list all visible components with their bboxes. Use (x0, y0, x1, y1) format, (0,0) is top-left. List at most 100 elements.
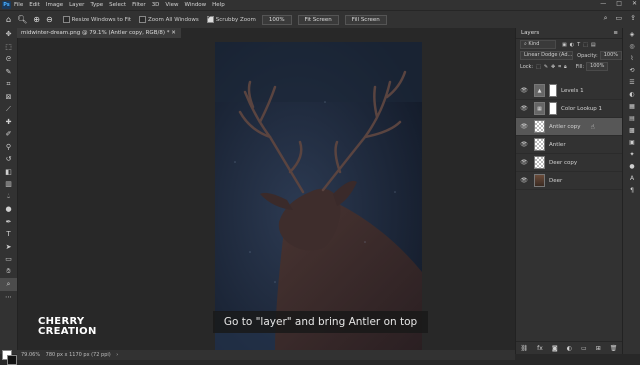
visibility-eye-icon[interactable]: 👁︎ (519, 141, 529, 148)
layer-mask-thumb[interactable] (549, 84, 557, 97)
swatches-icon[interactable]: ▦ (623, 100, 640, 112)
crop-tool-icon[interactable]: ⌗ (0, 78, 17, 91)
character-icon[interactable]: A (623, 172, 640, 184)
layers-tab[interactable]: Layers (521, 30, 539, 36)
document-canvas-image[interactable] (215, 42, 422, 350)
dodge-tool-icon[interactable]: ● (0, 203, 17, 216)
delete-layer-icon[interactable]: 🗑︎ (610, 345, 618, 352)
menu-image[interactable]: Image (46, 2, 63, 8)
fit-screen-button[interactable]: Fit Screen (297, 14, 339, 25)
more-tools-icon[interactable]: ⋯ (0, 291, 17, 304)
blend-mode-select[interactable]: Linear Dodge (Ad... (520, 51, 574, 60)
layer-row-antler[interactable]: 👁︎ Antler (516, 136, 622, 154)
zoom-level[interactable]: 79.06% (21, 352, 40, 358)
document-tab[interactable]: midwinter-dream.png @ 79.1% (Antler copy… (17, 28, 181, 38)
status-arrow-icon[interactable]: › (116, 352, 118, 358)
adjustments-icon[interactable]: ◐ (623, 88, 640, 100)
close-tab-icon[interactable]: ✕ (171, 30, 176, 36)
fx-icon[interactable]: fx (537, 345, 543, 352)
search-icon[interactable]: ⌕ (604, 14, 608, 23)
styles-icon[interactable]: ✦ (623, 148, 640, 160)
pen-tool-icon[interactable]: ✒ (0, 216, 17, 229)
photoshop-logo[interactable]: Ps (2, 1, 11, 9)
layers-panel-icon[interactable]: ◈ (623, 28, 640, 40)
type-tool-icon[interactable]: T (0, 228, 17, 241)
history-icon[interactable]: ⟲ (623, 64, 640, 76)
eraser-tool-icon[interactable]: ◧ (0, 166, 17, 179)
link-layers-icon[interactable]: ⛓︎ (521, 345, 529, 352)
move-tool-icon[interactable]: ✥ (0, 28, 17, 41)
patterns-icon[interactable]: ▩ (623, 124, 640, 136)
gradient-tool-icon[interactable]: ▥ (0, 178, 17, 191)
background-color-swatch[interactable] (7, 355, 17, 365)
menu-help[interactable]: Help (212, 2, 225, 8)
zoom-tool-icon[interactable]: 🔍︎ (17, 15, 27, 24)
workspace-icon[interactable]: ▭ (616, 14, 623, 23)
menu-type[interactable]: Type (90, 2, 103, 8)
new-layer-icon[interactable]: ⊞ (596, 345, 601, 352)
shape-tool-icon[interactable]: ▭ (0, 253, 17, 266)
share-icon[interactable]: ⇪ (630, 14, 636, 23)
resize-windows-option[interactable]: Resize Windows to Fit (62, 16, 131, 23)
menu-view[interactable]: View (165, 2, 178, 8)
brush-tool-icon[interactable]: ✐ (0, 128, 17, 141)
fill-screen-button[interactable]: Fill Screen (344, 14, 387, 25)
path-select-icon[interactable]: ➤ (0, 241, 17, 254)
maximize-icon[interactable]: □ (616, 0, 622, 7)
add-mask-icon[interactable]: ◙ (552, 345, 558, 352)
layer-row-antler-copy[interactable]: 👁︎ Antler copy ☝︎ (516, 118, 622, 136)
history-brush-icon[interactable]: ↺ (0, 153, 17, 166)
lock-icons[interactable]: ⬚✎✥⌗🔒︎ (536, 64, 570, 70)
clone-stamp-icon[interactable]: ⚲ (0, 141, 17, 154)
channels-icon[interactable]: ◎ (623, 40, 640, 52)
menu-file[interactable]: File (14, 2, 23, 8)
layer-row-deer-copy[interactable]: 👁︎ Deer copy (516, 154, 622, 172)
frame-tool-icon[interactable]: ⊠ (0, 91, 17, 104)
lasso-tool-icon[interactable]: ᘓ (0, 53, 17, 66)
canvas-workspace[interactable] (18, 38, 515, 350)
menu-layer[interactable]: Layer (69, 2, 84, 8)
new-group-icon[interactable]: ▭ (581, 345, 587, 352)
paragraph-icon[interactable]: ¶ (623, 184, 640, 196)
eyedropper-tool-icon[interactable]: ⟋ (0, 103, 17, 116)
layer-row-levels[interactable]: 👁︎ ▲ Levels 1 (516, 82, 622, 100)
filter-icons[interactable]: ▣◐T⬚▤ (562, 42, 599, 48)
blur-tool-icon[interactable]: 💧︎ (0, 191, 17, 204)
hand-tool-icon[interactable]: ✋︎ (0, 266, 17, 279)
menu-filter[interactable]: Filter (132, 2, 146, 8)
minimize-icon[interactable]: — (600, 0, 606, 7)
zoom-out-icon[interactable]: ⊖ (46, 15, 53, 24)
layer-mask-thumb[interactable] (549, 102, 557, 115)
libraries-icon[interactable]: ▣ (623, 136, 640, 148)
layer-row-color-lookup[interactable]: 👁︎ ▦ Color Lookup 1 (516, 100, 622, 118)
zoom-tool-active-icon[interactable]: ⌕ (0, 278, 17, 291)
opacity-input[interactable]: 100% (599, 51, 622, 60)
layer-row-deer[interactable]: 👁︎ Deer (516, 172, 622, 190)
visibility-eye-icon[interactable]: 👁︎ (519, 87, 529, 94)
color-icon[interactable]: ● (623, 160, 640, 172)
quick-select-tool-icon[interactable]: ✎ (0, 66, 17, 79)
menu-window[interactable]: Window (184, 2, 206, 8)
marquee-tool-icon[interactable]: ⬚ (0, 41, 17, 54)
scrubby-zoom-option[interactable]: Scrubby Zoom (206, 14, 256, 23)
gradients-icon[interactable]: ▤ (623, 112, 640, 124)
visibility-eye-icon[interactable]: 👁︎ (519, 159, 529, 166)
resize-windows-checkbox[interactable] (62, 16, 70, 23)
kind-filter-select[interactable]: ⌕ Kind (520, 40, 556, 49)
paths-icon[interactable]: ⌇ (623, 52, 640, 64)
scrubby-zoom-checkbox[interactable] (206, 14, 214, 23)
adjustment-layer-icon[interactable]: ◐ (567, 345, 572, 352)
properties-icon[interactable]: ☰ (623, 76, 640, 88)
close-icon[interactable]: ✕ (632, 0, 637, 7)
visibility-eye-icon[interactable]: 👁︎ (519, 123, 529, 130)
panel-menu-icon[interactable]: ≡ (613, 28, 618, 38)
visibility-eye-icon[interactable]: 👁︎ (519, 105, 529, 112)
menu-3d[interactable]: 3D (152, 2, 160, 8)
healing-brush-icon[interactable]: ✚ (0, 116, 17, 129)
zoom-in-icon[interactable]: ⊕ (33, 15, 40, 24)
visibility-eye-icon[interactable]: 👁︎ (519, 177, 529, 184)
menu-select[interactable]: Select (109, 2, 126, 8)
menu-edit[interactable]: Edit (29, 2, 40, 8)
zoom-all-option[interactable]: Zoom All Windows (139, 16, 199, 23)
zoom-100-button[interactable]: 100% (261, 14, 292, 25)
